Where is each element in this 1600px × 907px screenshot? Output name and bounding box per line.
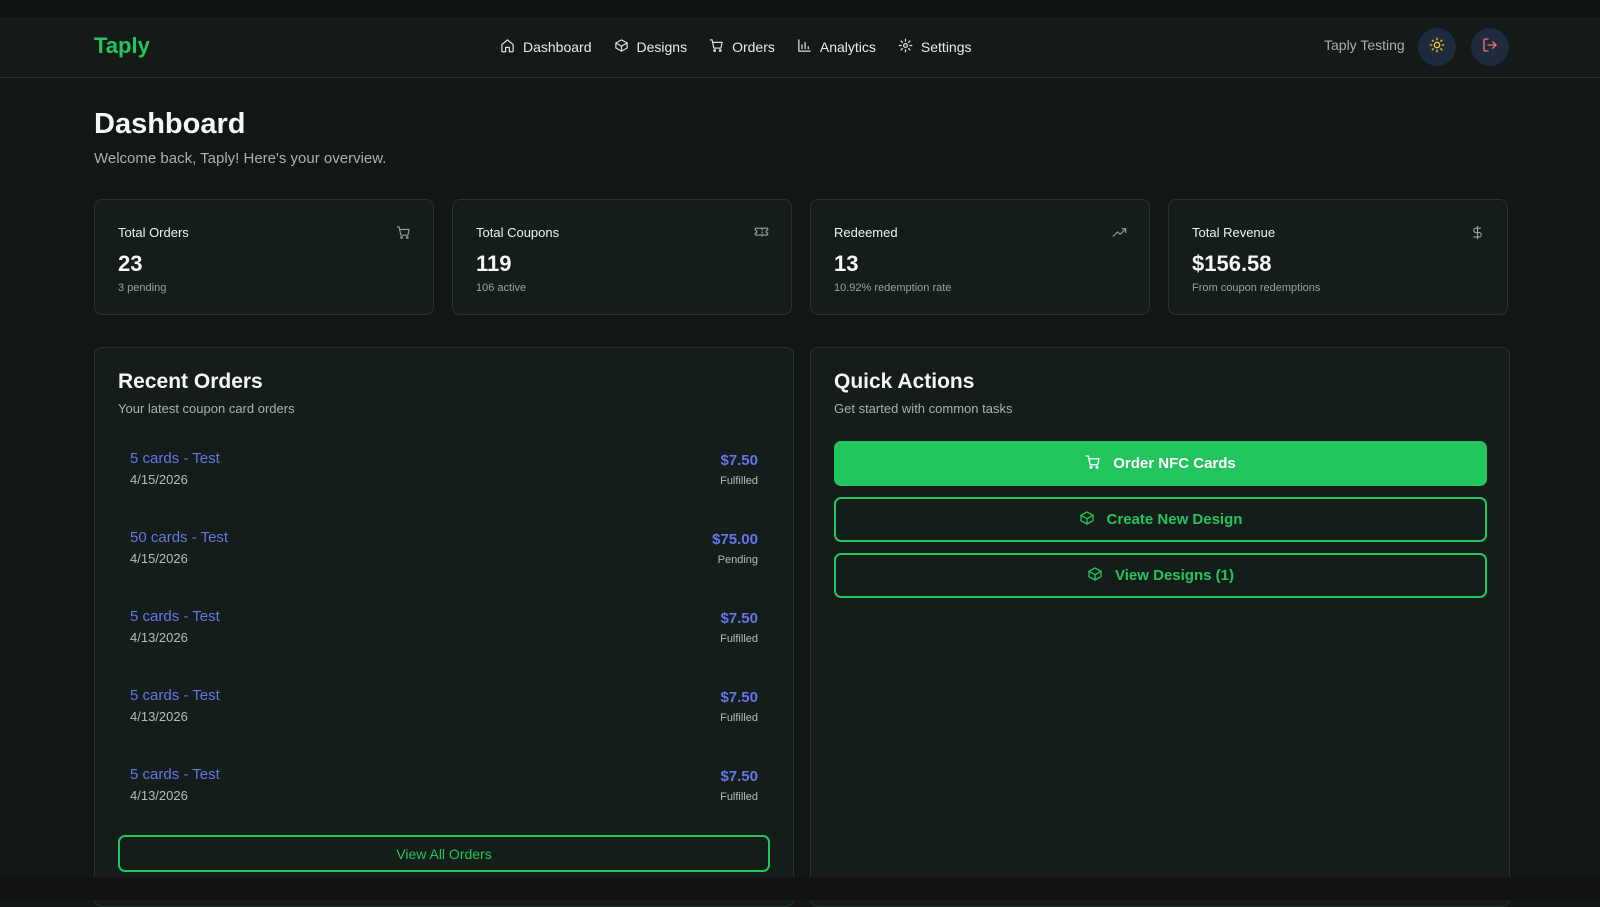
order-amount: $7.50 (720, 689, 758, 706)
user-name: Taply Testing (1324, 37, 1405, 53)
button-label: Order NFC Cards (1113, 455, 1236, 472)
main-nav: Dashboard Designs Orders Analytics Setti… (500, 17, 972, 77)
stat-card-total-orders: Total Orders 23 3 pending (94, 199, 434, 315)
order-name[interactable]: 5 cards - Test (130, 766, 220, 783)
order-date: 4/15/2026 (130, 551, 188, 566)
home-icon (500, 38, 515, 56)
nav-label: Settings (920, 39, 972, 55)
order-row[interactable]: 5 cards - Test 4/13/2026 $7.50 Fulfilled (118, 679, 770, 743)
stat-label: Total Orders (118, 225, 189, 240)
order-date: 4/13/2026 (130, 709, 188, 724)
page-subtitle: Welcome back, Taply! Here's your overvie… (94, 150, 387, 167)
order-status: Fulfilled (720, 791, 758, 803)
box-icon (1087, 566, 1103, 586)
stat-note: 10.92% redemption rate (834, 282, 952, 294)
top-strip (0, 0, 1600, 17)
order-status: Fulfilled (720, 475, 758, 487)
recent-orders-title: Recent Orders (118, 370, 263, 393)
stat-note: From coupon redemptions (1192, 282, 1321, 294)
stat-value: 13 (834, 251, 859, 276)
order-date: 4/15/2026 (130, 472, 188, 487)
box-icon (614, 38, 629, 56)
order-amount: $7.50 (720, 452, 758, 469)
bottom-strip (0, 877, 1600, 900)
order-amount: $7.50 (720, 610, 758, 627)
stat-value: 119 (476, 251, 512, 276)
quick-actions-title: Quick Actions (834, 370, 975, 393)
order-amount: $75.00 (712, 531, 758, 548)
stat-card-total-revenue: Total Revenue $156.58 From coupon redemp… (1168, 199, 1508, 315)
order-name[interactable]: 5 cards - Test (130, 687, 220, 704)
button-label: Create New Design (1106, 511, 1243, 528)
order-row[interactable]: 5 cards - Test 4/13/2026 $7.50 Fulfilled (118, 600, 770, 664)
logo[interactable]: Taply (94, 33, 150, 59)
top-navbar: Taply Dashboard Designs Orders Analytics… (0, 17, 1600, 78)
order-status: Fulfilled (720, 633, 758, 645)
view-designs-button[interactable]: View Designs (1) (834, 553, 1487, 598)
nav-item-orders[interactable]: Orders (709, 38, 775, 56)
nav-item-analytics[interactable]: Analytics (797, 38, 876, 56)
sun-icon (1429, 37, 1445, 58)
view-all-orders-button[interactable]: View All Orders (118, 835, 770, 872)
cart-icon (1085, 454, 1101, 474)
stat-value: $156.58 (1192, 251, 1272, 276)
stat-label: Total Revenue (1192, 225, 1276, 240)
trending-up-icon (1112, 225, 1127, 240)
recent-orders-subtitle: Your latest coupon card orders (118, 401, 295, 416)
nav-item-dashboard[interactable]: Dashboard (500, 38, 592, 56)
stat-note: 106 active (476, 282, 527, 294)
recent-orders-panel: Recent Orders Your latest coupon card or… (94, 347, 794, 907)
theme-toggle-button[interactable] (1418, 28, 1456, 66)
order-date: 4/13/2026 (130, 788, 188, 803)
order-amount: $7.50 (720, 768, 758, 785)
logout-icon (1482, 37, 1498, 58)
logout-button[interactable] (1471, 28, 1509, 66)
stat-label: Total Coupons (476, 225, 560, 240)
stat-card-total-coupons: Total Coupons 119 106 active (452, 199, 792, 315)
order-row[interactable]: 5 cards - Test 4/15/2026 $7.50 Fulfilled (118, 442, 770, 506)
cart-icon (396, 225, 411, 240)
bar-chart-icon (797, 38, 812, 56)
nav-item-designs[interactable]: Designs (614, 38, 688, 56)
create-new-design-button[interactable]: Create New Design (834, 497, 1487, 542)
ticket-icon (754, 225, 769, 240)
nav-label: Dashboard (523, 39, 592, 55)
order-status: Fulfilled (720, 712, 758, 724)
stat-note: 3 pending (118, 282, 167, 294)
cart-icon (709, 38, 724, 56)
page-title: Dashboard (94, 108, 246, 140)
order-name[interactable]: 50 cards - Test (130, 529, 228, 546)
nav-label: Analytics (819, 39, 876, 55)
order-name[interactable]: 5 cards - Test (130, 450, 220, 467)
order-status: Pending (717, 554, 758, 566)
order-row[interactable]: 5 cards - Test 4/13/2026 $7.50 Fulfilled (118, 758, 770, 822)
nav-item-settings[interactable]: Settings (898, 38, 972, 56)
nav-label: Orders (732, 39, 775, 55)
gear-icon (898, 38, 913, 56)
box-icon (1079, 510, 1095, 530)
order-date: 4/13/2026 (130, 630, 188, 645)
quick-actions-subtitle: Get started with common tasks (834, 401, 1013, 416)
order-row[interactable]: 50 cards - Test 4/15/2026 $75.00 Pending (118, 521, 770, 585)
quick-actions-panel: Quick Actions Get started with common ta… (810, 347, 1510, 907)
stat-label: Redeemed (834, 225, 898, 240)
order-name[interactable]: 5 cards - Test (130, 608, 220, 625)
stat-value: 23 (118, 251, 143, 276)
button-label: View Designs (1) (1115, 567, 1234, 584)
nav-label: Designs (636, 39, 688, 55)
dollar-icon (1470, 225, 1485, 240)
order-nfc-cards-button[interactable]: Order NFC Cards (834, 441, 1487, 486)
stat-card-redeemed: Redeemed 13 10.92% redemption rate (810, 199, 1150, 315)
